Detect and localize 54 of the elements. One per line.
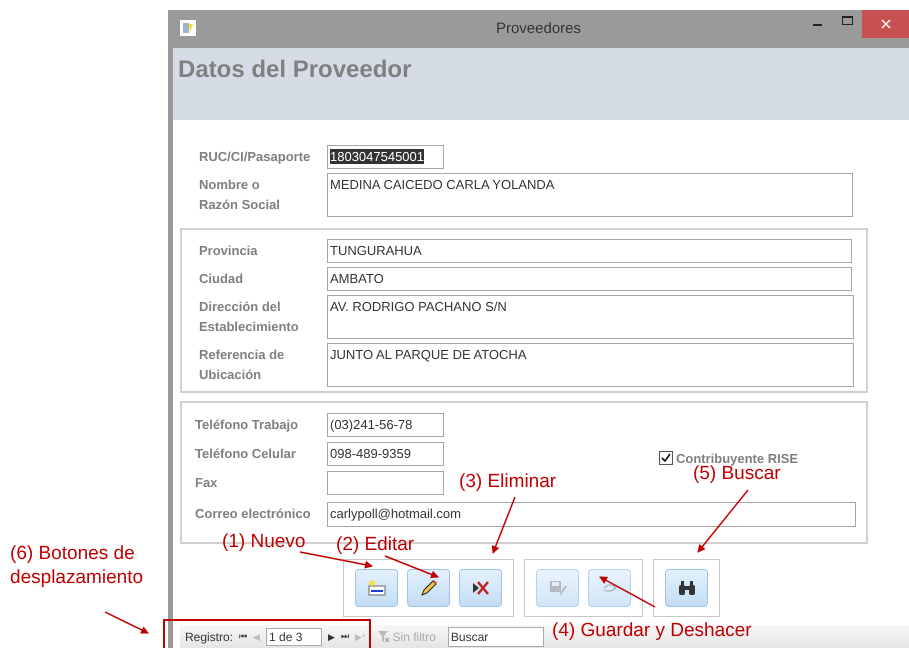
- record-field[interactable]: 1 de 3: [266, 628, 322, 646]
- text-field[interactable]: AMBATO: [327, 267, 852, 291]
- minimize-icon: [812, 24, 822, 26]
- text-field[interactable]: 098-489-9359: [327, 442, 444, 466]
- new-record-icon: [366, 579, 386, 597]
- form-title: Datos del Proveedor: [178, 56, 412, 84]
- save-icon: [548, 578, 568, 598]
- text-field[interactable]: carlypoll@hotmail.com: [327, 502, 856, 527]
- close-icon: [880, 19, 890, 29]
- field-label: Teléfono Celular: [195, 445, 297, 463]
- binoculars-icon: [678, 580, 696, 596]
- first-record-button[interactable]: ⏮: [239, 631, 248, 642]
- field-label: Ciudad: [199, 270, 244, 288]
- record-label: Registro:: [185, 630, 234, 644]
- field-label: Teléfono Trabajo: [195, 416, 300, 434]
- toolbar-button[interactable]: [665, 569, 708, 607]
- text-field[interactable]: JUNTO AL PARQUE DE ATOCHA: [327, 343, 854, 387]
- field-label: Fax: [195, 474, 218, 492]
- text-field[interactable]: TUNGURAHUA: [327, 239, 852, 263]
- field-label: RUC/CI/Pasaporte: [199, 148, 312, 166]
- field-label: Correo electrónico: [195, 505, 312, 523]
- text-field[interactable]: 1803047545001: [327, 145, 444, 169]
- app-icon: [180, 20, 196, 36]
- toolbar-button[interactable]: [407, 569, 450, 607]
- text-field[interactable]: (03)241-56-78: [327, 413, 444, 437]
- arrow: [492, 496, 516, 554]
- search-field[interactable]: Buscar: [448, 626, 544, 646]
- annotation: (6) Botones de desplazamiento: [10, 542, 144, 590]
- maximize-icon: [842, 16, 852, 26]
- next-record-button[interactable]: ▶: [328, 632, 336, 642]
- last-record-button[interactable]: ⏭: [341, 631, 350, 642]
- text-field[interactable]: AV. RODRIGO PACHANO S/N: [327, 295, 854, 339]
- toolbar-button[interactable]: [355, 569, 398, 607]
- pencil-icon: [418, 578, 438, 598]
- annotation: (4) Guardar y Deshacer: [552, 619, 752, 643]
- checkbox[interactable]: [659, 451, 673, 465]
- checkbox-label: Contribuyente RISE: [676, 450, 798, 466]
- text-field[interactable]: [327, 471, 444, 495]
- arrow: [599, 576, 656, 608]
- window-title: Proveedores: [496, 20, 582, 37]
- arrow: [384, 555, 439, 578]
- text-field[interactable]: MEDINA CAICEDO CARLA YOLANDA: [327, 173, 853, 217]
- annotation: (2) Editar: [336, 533, 414, 557]
- annotation: (3) Eliminar: [459, 470, 556, 494]
- field-label: Provincia: [199, 242, 259, 260]
- filter-icon: [378, 630, 390, 642]
- annotation: (1) Nuevo: [222, 530, 306, 554]
- arrow: [697, 490, 749, 553]
- field-label: Referencia de Ubicación: [199, 346, 286, 384]
- delete-icon: [470, 579, 490, 597]
- field-label: Nombre o Razón Social: [199, 176, 281, 214]
- toolbar-button[interactable]: [459, 569, 502, 607]
- arrow: [104, 611, 149, 634]
- field-label: Dirección del Establecimiento: [199, 298, 300, 336]
